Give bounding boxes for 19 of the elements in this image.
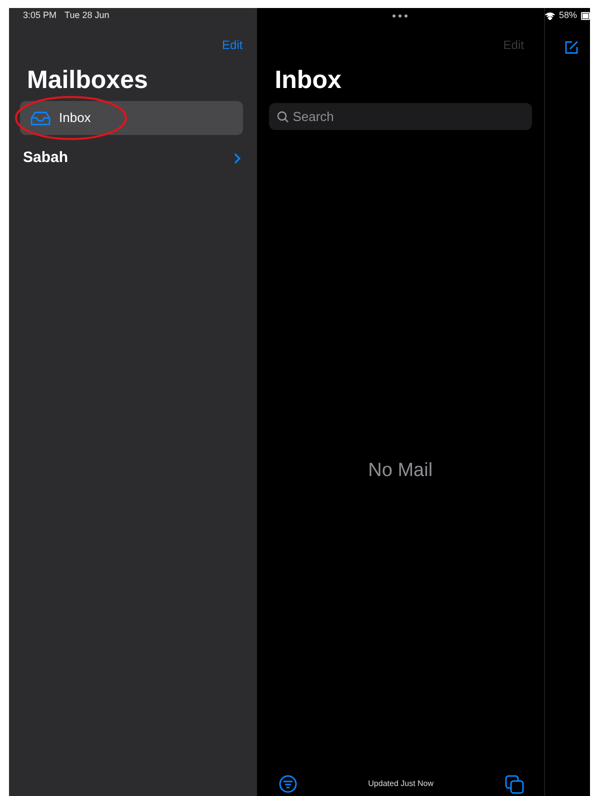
filter-icon[interactable] — [278, 775, 297, 793]
status-time: 3:05 PM — [23, 9, 57, 22]
battery-icon — [581, 12, 590, 20]
tray-icon — [30, 110, 51, 126]
more-dots-icon[interactable] — [392, 14, 408, 18]
edit-button[interactable]: Edit — [222, 36, 243, 54]
compose-icon[interactable] — [564, 40, 579, 56]
status-date: Tue 28 Jun — [64, 9, 110, 22]
battery-percent: 58% — [558, 9, 577, 22]
empty-message: No Mail — [368, 458, 433, 483]
mailboxes-stack-icon[interactable] — [504, 774, 524, 794]
mailbox-row[interactable]: Inbox — [20, 101, 243, 135]
wifi-icon — [544, 12, 555, 20]
search-field[interactable]: Search — [268, 103, 532, 130]
inbox-title: Inbox — [274, 68, 342, 93]
update-status: Updated Just Now — [368, 778, 434, 790]
account-row[interactable]: Sabah — [20, 141, 243, 175]
chevron-icon — [234, 152, 241, 164]
mailboxes-title: Mailboxes — [27, 68, 149, 93]
